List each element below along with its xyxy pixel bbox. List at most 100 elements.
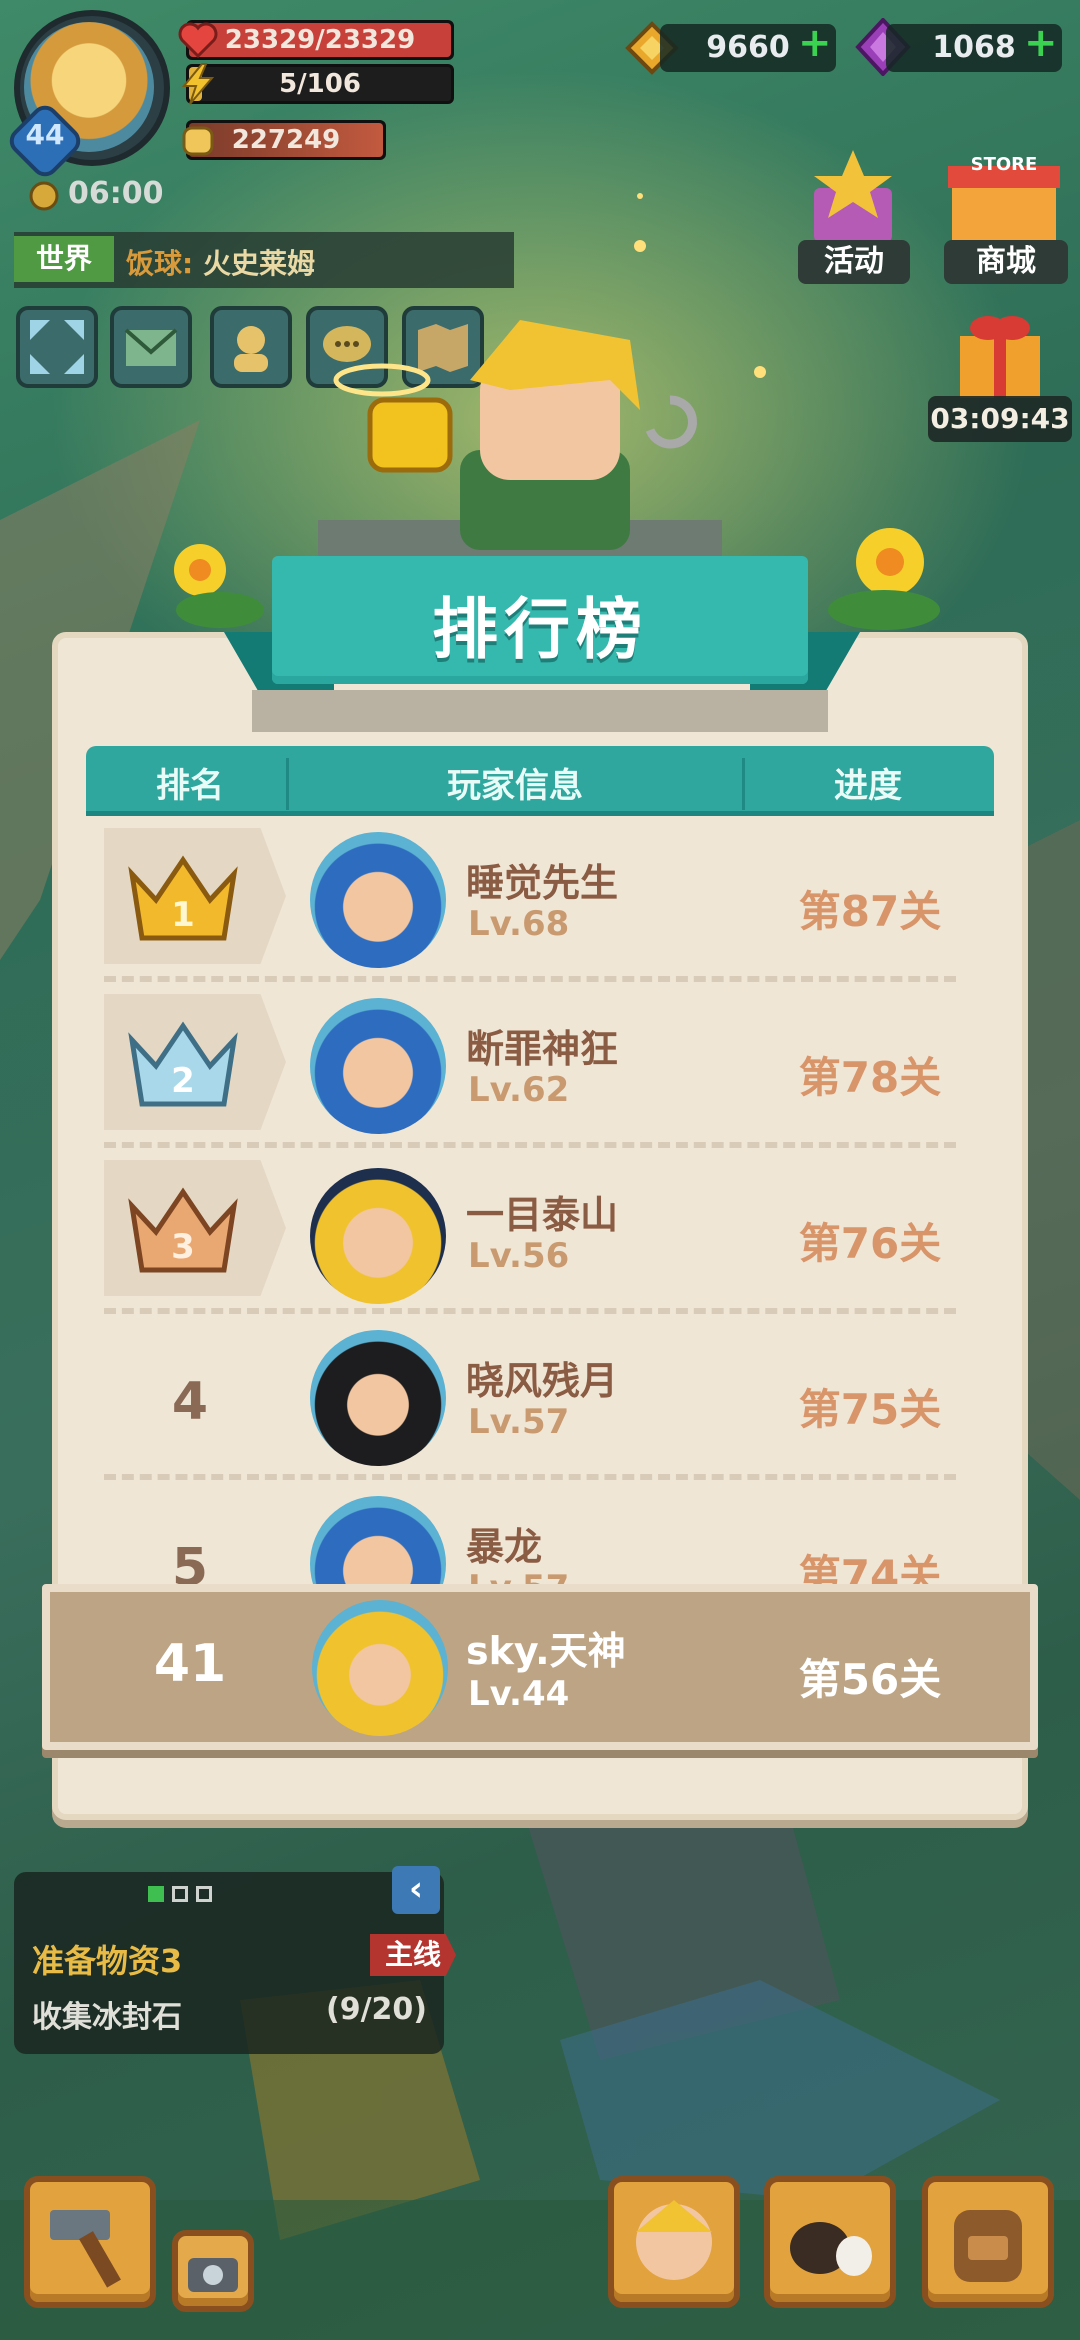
collapse-quest-button[interactable]: ‹ [392,1866,440,1914]
leaderboard-list[interactable]: 1 睡觉先生 Lv.68 第87关 2 断罪神狂 Lv.62 第78关 3 一目… [86,816,994,1584]
friends-icon [234,326,268,372]
flower-decoration-right [820,512,950,642]
gift-timer: 03:09:43 [928,396,1072,442]
player-level: Lv.68 [468,904,570,944]
player-level: Lv.57 [468,1402,570,1442]
coin-small-icon [28,180,60,212]
fullscreen-button[interactable] [16,306,98,388]
camera-icon [188,2258,238,2292]
quest-description: 收集冰封石 [32,2000,182,2035]
svg-text:1: 1 [171,895,195,935]
quest-page-dot-active [148,1886,164,1902]
svg-text:2: 2 [171,1061,195,1101]
my-player-name: sky.天神 [466,1629,626,1673]
my-rank-number: 41 [153,1634,227,1694]
activity-icon[interactable] [798,148,908,248]
quest-title: 准备物资3 [32,1942,183,1980]
player-avatar[interactable] [310,832,446,968]
activity-button[interactable]: 活动 [798,240,910,284]
mail-button[interactable] [110,306,192,388]
leaderboard-row[interactable]: 2 断罪神狂 Lv.62 第78关 [86,994,994,1160]
chat-channel-tag: 世界 [14,236,114,282]
player-level: Lv.57 [468,1568,569,1584]
player-avatar[interactable] [310,1168,446,1304]
player-level: Lv.56 [468,1236,570,1276]
row-separator [104,1142,956,1148]
leaderboard-row[interactable]: 1 睡觉先生 Lv.68 第87关 [86,828,994,994]
header-divider [742,758,745,810]
stamina-bar: 5/106 [186,64,454,104]
row-separator [104,1474,956,1480]
hero-with-trophy-art [310,320,730,570]
shop-button[interactable]: 商城 [944,240,1068,284]
hp-text: 23329/23329 [224,25,416,55]
silver-crown-icon: 2 [124,1016,242,1112]
player-info-column-header: 玩家信息 [447,766,583,806]
bag-button[interactable] [922,2176,1054,2308]
player-name: 暴龙 [466,1525,543,1569]
camera-button[interactable] [172,2230,254,2312]
svg-text:3: 3 [171,1227,195,1267]
stamina-text: 5/106 [279,69,361,99]
store-sign: STORE [970,154,1038,175]
rank-number: 4 [171,1372,209,1432]
rank-number: 5 [171,1538,209,1584]
gift-box-icon[interactable] [948,306,1052,402]
resource-timer: 06:00 [68,176,164,211]
my-player-level: Lv.44 [468,1674,570,1714]
rank-column-header: 排名 [156,766,224,806]
flower-decoration-left [160,530,270,640]
quest-progress: (9/20) [326,1992,428,2027]
chat-speaker: 饭球: [126,247,194,280]
player-level: Lv.62 [468,1070,570,1110]
chat-text: 火史莱姆 [202,247,315,280]
progress-column-header: 进度 [834,766,902,806]
hero-face-icon [636,2200,712,2280]
player-avatar[interactable] [310,998,446,1134]
row-separator [104,976,956,982]
player-name: 晓风残月 [466,1359,619,1403]
player-progress: 第78关 [798,1053,942,1102]
ribbon-shadow [252,690,828,732]
pet-button[interactable] [764,2176,896,2308]
heart-icon [176,18,220,62]
hp-bar: 23329/23329 [186,20,454,60]
leaderboard-title: 排行榜 [432,591,648,668]
leaderboard-row[interactable]: 4 晓风残月 Lv.57 第75关 [86,1326,994,1492]
backpack-icon [954,2210,1022,2282]
player-avatar[interactable] [310,1330,446,1466]
friends-button[interactable] [210,306,292,388]
player-name: 断罪神狂 [466,1027,619,1071]
add-gem-button[interactable]: + [1024,23,1058,63]
leaderboard-row[interactable]: 5 暴龙 Lv.57 第74关 [86,1492,994,1584]
player-progress: 第74关 [798,1551,942,1584]
player-avatar[interactable] [310,1496,446,1584]
leaderboard-row[interactable]: 3 一目泰山 Lv.56 第76关 [86,1160,994,1326]
player-name: 睡觉先生 [466,861,619,905]
expand-icon [30,320,84,374]
player-name: 一目泰山 [466,1193,619,1237]
bronze-crown-icon: 3 [124,1182,242,1278]
row-separator [104,1308,956,1314]
quest-page-dot [196,1886,212,1902]
player-progress: 第87关 [798,887,942,936]
pet-icon [790,2222,872,2276]
my-avatar[interactable] [312,1600,448,1736]
hammer-icon [50,2210,121,2288]
build-hammer-button[interactable] [24,2176,156,2308]
chat-message: 饭球: 火史莱姆 [126,242,315,282]
my-progress: 第56关 [798,1655,942,1704]
header-divider [286,758,289,810]
hero-button[interactable] [608,2176,740,2308]
player-progress: 第76关 [798,1219,942,1268]
mail-icon [124,328,178,366]
lightning-icon [176,62,220,106]
main-quest-tag: 主线 [370,1934,456,1976]
player-progress: 第75关 [798,1385,942,1434]
power-text: 227249 [231,125,341,155]
gold-crown-icon: 1 [124,850,242,946]
quest-page-dot [172,1886,188,1902]
add-gold-button[interactable]: + [798,23,832,63]
fist-icon [176,118,220,162]
player-level: 44 [25,118,65,151]
